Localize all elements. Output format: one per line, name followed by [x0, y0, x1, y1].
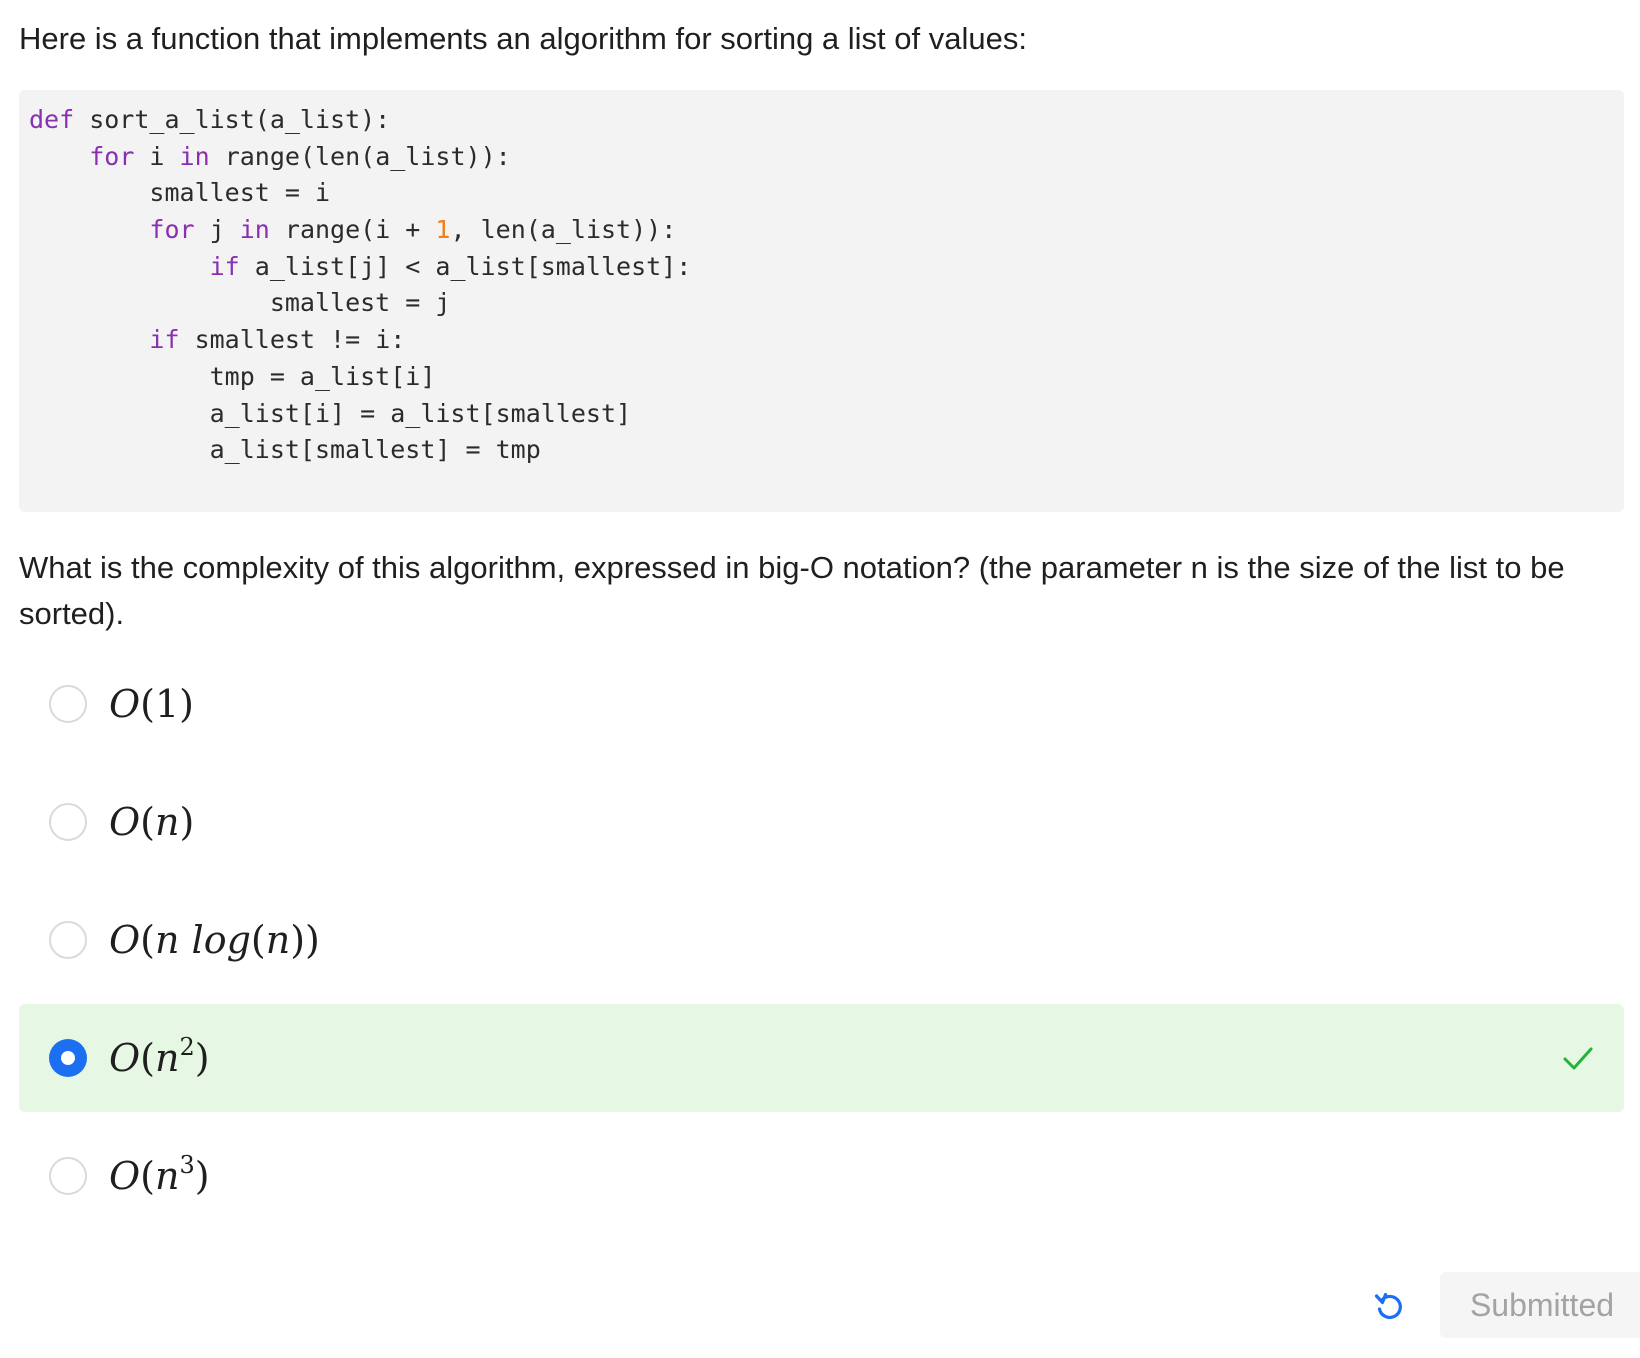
code-line: a_list[i] = a_list[smallest] [29, 398, 632, 428]
code-line: for j in range(i + 1, len(a_list)): [149, 215, 677, 245]
option-o1[interactable]: O(1) [19, 650, 1624, 758]
option-label: O(1) [109, 682, 194, 726]
option-on2[interactable]: O(n2) [19, 1004, 1624, 1112]
reset-icon[interactable] [1373, 1290, 1405, 1322]
intro-text: Here is a function that implements an al… [19, 21, 1027, 56]
code-number: 1 [435, 215, 451, 245]
check-icon [1563, 1047, 1593, 1070]
question-text: What is the complexity of this algorithm… [19, 550, 1565, 631]
option-on[interactable]: O(n) [19, 768, 1624, 876]
option-on3[interactable]: O(n3) [19, 1122, 1624, 1230]
code-keyword: if [209, 251, 240, 281]
option-onlogn[interactable]: O(n log(n)) [19, 886, 1624, 994]
code-line: a_list[smallest] = tmp [29, 435, 541, 465]
code-keyword: in [179, 141, 210, 171]
submit-button[interactable]: Submitted [1440, 1272, 1640, 1338]
code-keyword: in [239, 215, 270, 245]
code-keyword: for [149, 215, 195, 245]
radio-button-checked[interactable] [49, 1039, 87, 1077]
code-block: def sort_a_list(a_list): for i in range(… [19, 90, 1624, 512]
code-keyword: for [89, 141, 135, 171]
radio-button[interactable] [49, 685, 87, 723]
code-keyword: if [149, 325, 180, 355]
code-keyword: def [29, 105, 75, 134]
code-line: if smallest != i: [149, 325, 406, 355]
code-line: tmp = a_list[i] [29, 361, 436, 391]
code-line: if a_list[j] < a_list[smallest]: [209, 251, 692, 281]
radio-button[interactable] [49, 921, 87, 959]
option-label: O(n3) [109, 1151, 210, 1198]
code-line: for i in range(len(a_list)): [89, 141, 511, 171]
code-line: smallest = j [29, 288, 451, 318]
option-label: O(n log(n)) [109, 918, 320, 962]
option-label: O(n) [109, 800, 195, 844]
option-label: O(n2) [109, 1033, 210, 1080]
code-line: smallest = i [29, 178, 331, 208]
radio-button[interactable] [49, 1157, 87, 1195]
code-line: def sort_a_list(a_list): [29, 105, 391, 134]
radio-button[interactable] [49, 803, 87, 841]
